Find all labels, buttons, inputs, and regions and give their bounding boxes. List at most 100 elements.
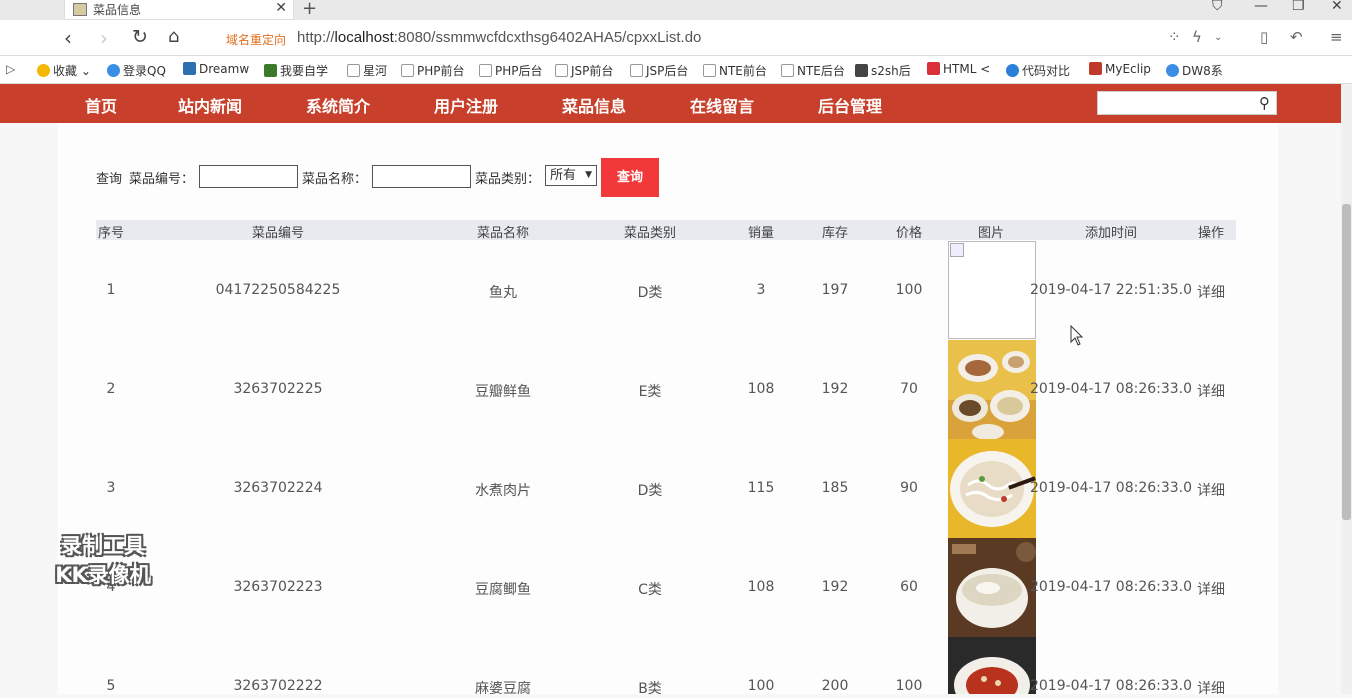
page-icon [703, 64, 716, 77]
grid-icon[interactable]: ⁘ [1168, 28, 1181, 46]
col-header-category: 菜品类别 [623, 226, 677, 241]
cell-price: 100 [895, 678, 923, 694]
watermark-line-2: KK录像机 [55, 563, 151, 587]
window-close-icon[interactable]: ✕ [1331, 0, 1343, 14]
browser-tab[interactable]: 菜品信息 ✕ [64, 0, 294, 20]
cell-time: 2019-04-17 22:51:35.0 [1029, 282, 1193, 298]
nav-item-admin[interactable]: 后台管理 [818, 93, 882, 117]
cell-time: 2019-04-17 08:26:33.0 [1029, 678, 1193, 694]
recorder-watermark: 录制工具 KK录像机 [33, 532, 173, 590]
nav-item-home[interactable]: 首页 [85, 93, 117, 117]
new-tab-button[interactable]: + [302, 0, 317, 19]
col-header-action: 操作 [1197, 226, 1225, 241]
watermark-line-1: 录制工具 [61, 534, 145, 558]
undo-icon[interactable]: ↶ [1290, 28, 1303, 46]
star-icon [37, 64, 50, 77]
bookmark-item[interactable]: NTE后台 [781, 62, 845, 79]
name-input[interactable] [372, 165, 471, 188]
cell-category: D类 [637, 285, 663, 301]
detail-link[interactable]: 详细 [1197, 282, 1225, 302]
cell-stock: 192 [821, 381, 849, 397]
bookmark-item[interactable]: NTE前台 [703, 62, 767, 79]
chevron-down-icon[interactable]: ⌄ [1214, 32, 1222, 43]
cell-sales: 108 [747, 381, 775, 397]
cell-code: 3263702222 [233, 678, 323, 694]
detail-link[interactable]: 详细 [1197, 381, 1225, 401]
paw-icon [1166, 64, 1179, 77]
bookmark-item[interactable]: 星河 [347, 62, 387, 79]
cell-code: 3263702223 [233, 579, 323, 595]
name-label: 菜品名称： [302, 172, 368, 187]
lightning-icon[interactable]: ϟ [1192, 28, 1202, 46]
code-label: 菜品编号： [129, 172, 195, 187]
restore-icon[interactable]: ❐ [1292, 0, 1305, 14]
code-input[interactable] [199, 165, 298, 188]
tab-close-icon[interactable]: ✕ [275, 0, 287, 16]
cell-sales: 115 [747, 480, 775, 496]
cell-sales: 3 [756, 282, 766, 298]
menu-icon[interactable]: ≡ [1330, 28, 1343, 46]
site-icon [264, 64, 277, 77]
bookmark-item[interactable]: 代码对比 [1006, 62, 1070, 79]
cell-category: B类 [638, 681, 662, 697]
cell-price: 100 [895, 282, 923, 298]
refresh-icon[interactable]: ↻ [132, 26, 148, 48]
cell-time: 2019-04-17 08:26:33.0 [1029, 579, 1193, 595]
page-icon [630, 64, 643, 77]
cell-name: 豆瓣鲜鱼 [475, 384, 531, 400]
nav-item-news[interactable]: 站内新闻 [178, 93, 242, 117]
cell-stock: 192 [821, 579, 849, 595]
nav-item-messages[interactable]: 在线留言 [690, 93, 754, 117]
cell-name: 水煮肉片 [475, 483, 531, 499]
dish-image [948, 439, 1036, 538]
redirect-label[interactable]: 域名重定向 [226, 31, 286, 48]
category-select[interactable]: 所有 ▼ [545, 165, 597, 186]
query-button[interactable]: 查询 [601, 158, 659, 197]
search-icon[interactable]: ⚲ [1259, 94, 1270, 112]
url-field[interactable]: http://localhost:8080/ssmmwcfdcxthsg6402… [297, 29, 701, 46]
bookmark-item[interactable]: s2sh后 [855, 62, 911, 79]
scrollbar-thumb[interactable] [1342, 204, 1351, 520]
cell-time: 2019-04-17 08:26:33.0 [1029, 381, 1193, 397]
dish-image [948, 340, 1036, 439]
detail-link[interactable]: 详细 [1197, 480, 1225, 500]
bookmark-item[interactable]: HTML < [927, 62, 990, 76]
nav-item-dishes[interactable]: 菜品信息 [562, 93, 626, 117]
site-search-input[interactable]: ⚲ [1097, 91, 1277, 115]
nav-item-register[interactable]: 用户注册 [434, 93, 498, 117]
tab-title: 菜品信息 [93, 3, 142, 17]
bookmark-item[interactable]: 登录QQ [107, 62, 166, 79]
cell-category: E类 [638, 384, 662, 400]
home-icon[interactable]: ⌂ [168, 26, 179, 47]
tab-bar: 菜品信息 ✕ + ⛉ — ❐ ✕ [0, 0, 1352, 20]
nav-item-intro[interactable]: 系统简介 [306, 93, 370, 117]
bookmark-item[interactable]: PHP后台 [479, 62, 543, 79]
cell-no: 3 [106, 480, 116, 496]
detail-link[interactable]: 详细 [1197, 579, 1225, 599]
bookmark-item[interactable]: 我要自学 [264, 62, 328, 79]
bookmark-item[interactable]: 收藏 ⌄ [37, 62, 91, 79]
sidebar-toggle-icon[interactable]: ▷ [6, 62, 15, 76]
detail-link[interactable]: 详细 [1197, 678, 1225, 698]
bookmark-page-icon[interactable]: ▯ [1260, 28, 1268, 46]
myeclipse-icon [1089, 62, 1102, 75]
bookmark-item[interactable]: MyEclip [1089, 62, 1151, 76]
back-icon[interactable]: ‹ [64, 26, 72, 50]
url-rest: :8080/ssmmwcfdcxthsg6402AHA5/cpxxList.do [393, 29, 702, 46]
site-nav: 首页 站内新闻 系统简介 用户注册 菜品信息 在线留言 后台管理 ⚲ [0, 84, 1341, 123]
address-bar: ‹ › ↻ ⌂ 域名重定向 http://localhost:8080/ssmm… [0, 20, 1352, 56]
col-header-code: 菜品编号 [251, 226, 305, 241]
cell-code: 3263702225 [233, 381, 323, 397]
broken-image [948, 241, 1036, 339]
shirt-skin-icon[interactable]: ⛉ [1212, 0, 1223, 14]
page-icon [347, 64, 360, 77]
bookmark-item[interactable]: JSP后台 [630, 62, 688, 79]
forward-icon[interactable]: › [100, 26, 108, 50]
bookmark-item[interactable]: PHP前台 [401, 62, 465, 79]
bookmark-item[interactable]: DW8系 [1166, 62, 1223, 79]
minimize-icon[interactable]: — [1254, 0, 1268, 14]
bookmark-item[interactable]: JSP前台 [555, 62, 613, 79]
bookmark-item[interactable]: Dreamw [183, 62, 249, 76]
cell-no: 2 [106, 381, 116, 397]
dish-image [948, 637, 1036, 694]
